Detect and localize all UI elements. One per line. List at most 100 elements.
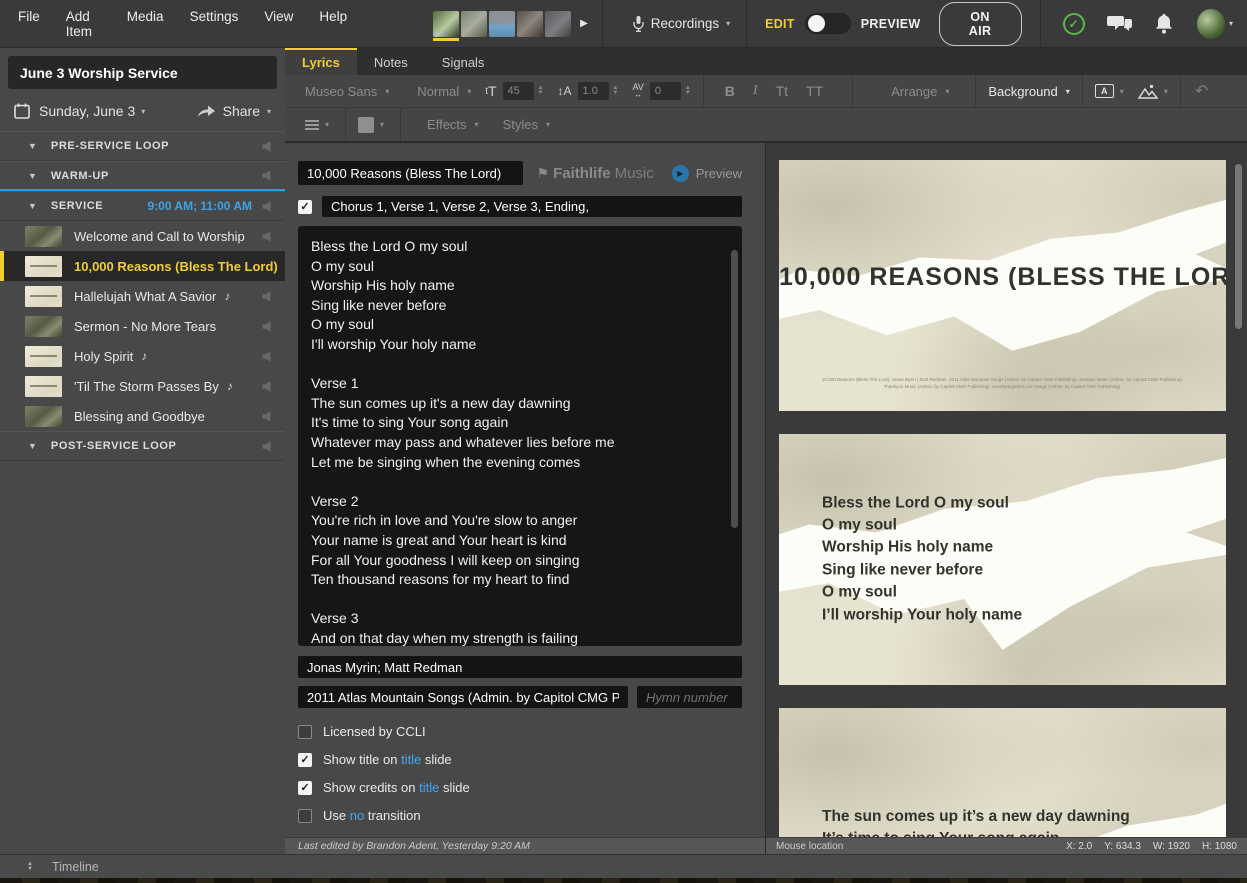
option-link[interactable]: no bbox=[350, 808, 364, 823]
speaker-icon[interactable] bbox=[262, 230, 271, 242]
option-row[interactable]: ✓ Show title on title slide bbox=[298, 752, 742, 767]
font-family-dropdown[interactable]: Museo Sans ▾ bbox=[305, 84, 389, 99]
service-times[interactable]: 9:00 AM; 11:00 AM bbox=[148, 199, 252, 213]
service-title-input[interactable] bbox=[8, 56, 277, 89]
avatar[interactable] bbox=[461, 10, 488, 37]
user-avatar[interactable] bbox=[1196, 8, 1225, 39]
menu-item-media[interactable]: Media bbox=[127, 9, 164, 39]
tab-signals[interactable]: Signals bbox=[425, 48, 502, 75]
on-air-button[interactable]: ON AIR bbox=[938, 1, 1022, 46]
option-checkbox[interactable] bbox=[298, 724, 312, 739]
section-collapse-icon[interactable]: ▼ bbox=[28, 141, 37, 151]
background-dropdown[interactable]: Background ▾ bbox=[988, 84, 1069, 99]
service-item[interactable]: Holy Spirit ♪ bbox=[0, 341, 285, 371]
chevron-down-icon[interactable]: ▾ bbox=[380, 120, 384, 129]
font-size-stepper[interactable]: ▲ ▼ bbox=[538, 85, 544, 96]
speaker-icon[interactable] bbox=[262, 170, 271, 181]
menu-item-file[interactable]: File bbox=[18, 9, 40, 39]
slide-verse1[interactable]: The sun comes up it’s a new day dawning … bbox=[779, 708, 1226, 837]
copyright-input[interactable] bbox=[298, 686, 628, 708]
text-color-swatch[interactable] bbox=[358, 116, 375, 133]
kerning-stepper[interactable]: ▲ ▼ bbox=[685, 85, 691, 96]
service-item[interactable]: 10,000 Reasons (Bless The Lord) ♪ bbox=[0, 251, 301, 281]
lyrics-textarea[interactable]: Bless the Lord O my soul O my soul Worsh… bbox=[298, 226, 742, 646]
chevron-down-icon[interactable]: ▾ bbox=[325, 120, 329, 129]
service-item[interactable]: Sermon - No More Tears ♪ bbox=[0, 311, 285, 341]
timeline-filmstrip[interactable] bbox=[0, 878, 1247, 883]
option-row[interactable]: Licensed by CCLI bbox=[298, 724, 742, 739]
section-warm-up[interactable]: ▼ WARM-UP bbox=[0, 161, 285, 191]
share-button[interactable]: Share ▾ bbox=[197, 103, 271, 119]
authors-input[interactable] bbox=[298, 656, 742, 678]
menu-item-settings[interactable]: Settings bbox=[190, 9, 239, 39]
option-checkbox[interactable]: ✓ bbox=[298, 780, 312, 795]
line-height-stepper[interactable]: ▲ ▼ bbox=[613, 85, 619, 96]
section-post-service-loop[interactable]: ▼ POST-SERVICE LOOP bbox=[0, 431, 285, 461]
speaker-icon[interactable] bbox=[262, 410, 271, 422]
speaker-icon[interactable] bbox=[262, 140, 271, 152]
menu-item-add-item[interactable]: Add Item bbox=[66, 9, 101, 39]
avatar[interactable] bbox=[433, 10, 460, 41]
section-service[interactable]: ▼ SERVICE 9:00 AM; 11:00 AM bbox=[0, 191, 285, 221]
image-icon[interactable] bbox=[1137, 84, 1158, 99]
effects-dropdown[interactable]: Effects ▾ bbox=[427, 117, 479, 132]
option-link[interactable]: title bbox=[401, 752, 421, 767]
speaker-icon[interactable] bbox=[262, 200, 271, 212]
sync-check-icon[interactable]: ✓ bbox=[1062, 12, 1085, 35]
section-collapse-icon[interactable]: ▼ bbox=[28, 201, 37, 211]
option-link[interactable]: title bbox=[419, 780, 439, 795]
avatar[interactable] bbox=[489, 10, 516, 37]
speaker-icon[interactable] bbox=[262, 350, 271, 362]
font-style-dropdown[interactable]: Normal ▾ bbox=[417, 84, 471, 99]
service-item[interactable]: Blessing and Goodbye ♪ bbox=[0, 401, 285, 431]
option-checkbox[interactable] bbox=[298, 808, 312, 823]
preview-scrollbar[interactable] bbox=[1235, 164, 1242, 329]
tab-notes[interactable]: Notes bbox=[357, 48, 425, 75]
all-caps-button[interactable]: TT bbox=[806, 83, 823, 99]
font-size-input[interactable]: 45 bbox=[502, 82, 534, 100]
lyrics-scrollbar[interactable] bbox=[731, 250, 738, 528]
service-date-dropdown[interactable]: Sunday, June 3 bbox=[39, 103, 135, 119]
styles-dropdown[interactable]: Styles ▾ bbox=[503, 117, 550, 132]
section-collapse-icon[interactable]: ▼ bbox=[28, 171, 37, 181]
option-row[interactable]: Use no transition bbox=[298, 808, 742, 823]
small-caps-button[interactable]: Tt bbox=[776, 83, 788, 99]
menu-item-view[interactable]: View bbox=[264, 9, 293, 39]
chat-bubbles-icon[interactable] bbox=[1106, 14, 1133, 34]
speaker-icon[interactable] bbox=[262, 290, 271, 302]
bold-button[interactable]: B bbox=[725, 83, 735, 99]
audio-preview-button[interactable]: ▶ Preview bbox=[671, 164, 742, 182]
speaker-icon[interactable] bbox=[262, 320, 271, 332]
avatar[interactable] bbox=[545, 10, 572, 37]
service-item[interactable]: Welcome and Call to Worship ♪ bbox=[0, 221, 285, 251]
line-height-input[interactable]: 1.0 bbox=[577, 82, 609, 100]
timeline-expander-icon[interactable]: ▲ ▼ bbox=[27, 861, 33, 872]
chevron-down-icon[interactable]: ▾ bbox=[1164, 87, 1168, 96]
verse-order-input[interactable] bbox=[322, 196, 742, 217]
chevron-down-icon[interactable]: ▾ bbox=[1120, 87, 1124, 96]
text-align-icon[interactable] bbox=[305, 119, 319, 130]
slide-title[interactable]: 10,000 REASONS (BLESS THE LORD) 10,000 R… bbox=[779, 160, 1226, 411]
speaker-icon[interactable] bbox=[262, 380, 271, 392]
slide-chorus[interactable]: Bless the Lord O my soul O my soul Worsh… bbox=[779, 434, 1226, 685]
undo-icon[interactable]: ↶ bbox=[1195, 81, 1208, 101]
section-pre-service-loop[interactable]: ▼ PRE-SERVICE LOOP bbox=[0, 131, 285, 161]
kerning-input[interactable]: 0 bbox=[649, 82, 681, 100]
option-row[interactable]: ✓ Show credits on title slide bbox=[298, 780, 742, 795]
recordings-dropdown[interactable]: Recordings ▾ bbox=[617, 15, 746, 32]
song-title-input[interactable] bbox=[298, 161, 523, 185]
arrange-dropdown[interactable]: Arrange ▾ bbox=[891, 84, 949, 99]
service-item[interactable]: 'Til The Storm Passes By ♪ bbox=[0, 371, 285, 401]
mode-toggle[interactable] bbox=[804, 13, 851, 34]
avatars-overflow-arrow-icon[interactable]: ▶ bbox=[580, 18, 588, 29]
menu-item-help[interactable]: Help bbox=[319, 9, 347, 39]
order-checkbox[interactable]: ✓ bbox=[298, 199, 312, 214]
option-checkbox[interactable]: ✓ bbox=[298, 752, 312, 767]
tab-lyrics[interactable]: Lyrics bbox=[285, 48, 357, 75]
hymn-number-input[interactable] bbox=[637, 686, 742, 708]
chevron-down-icon[interactable]: ▾ bbox=[1229, 19, 1233, 28]
text-box-icon[interactable]: A bbox=[1094, 84, 1114, 98]
avatar[interactable] bbox=[517, 10, 544, 37]
section-collapse-icon[interactable]: ▼ bbox=[28, 441, 37, 451]
italic-button[interactable]: I bbox=[753, 83, 758, 99]
